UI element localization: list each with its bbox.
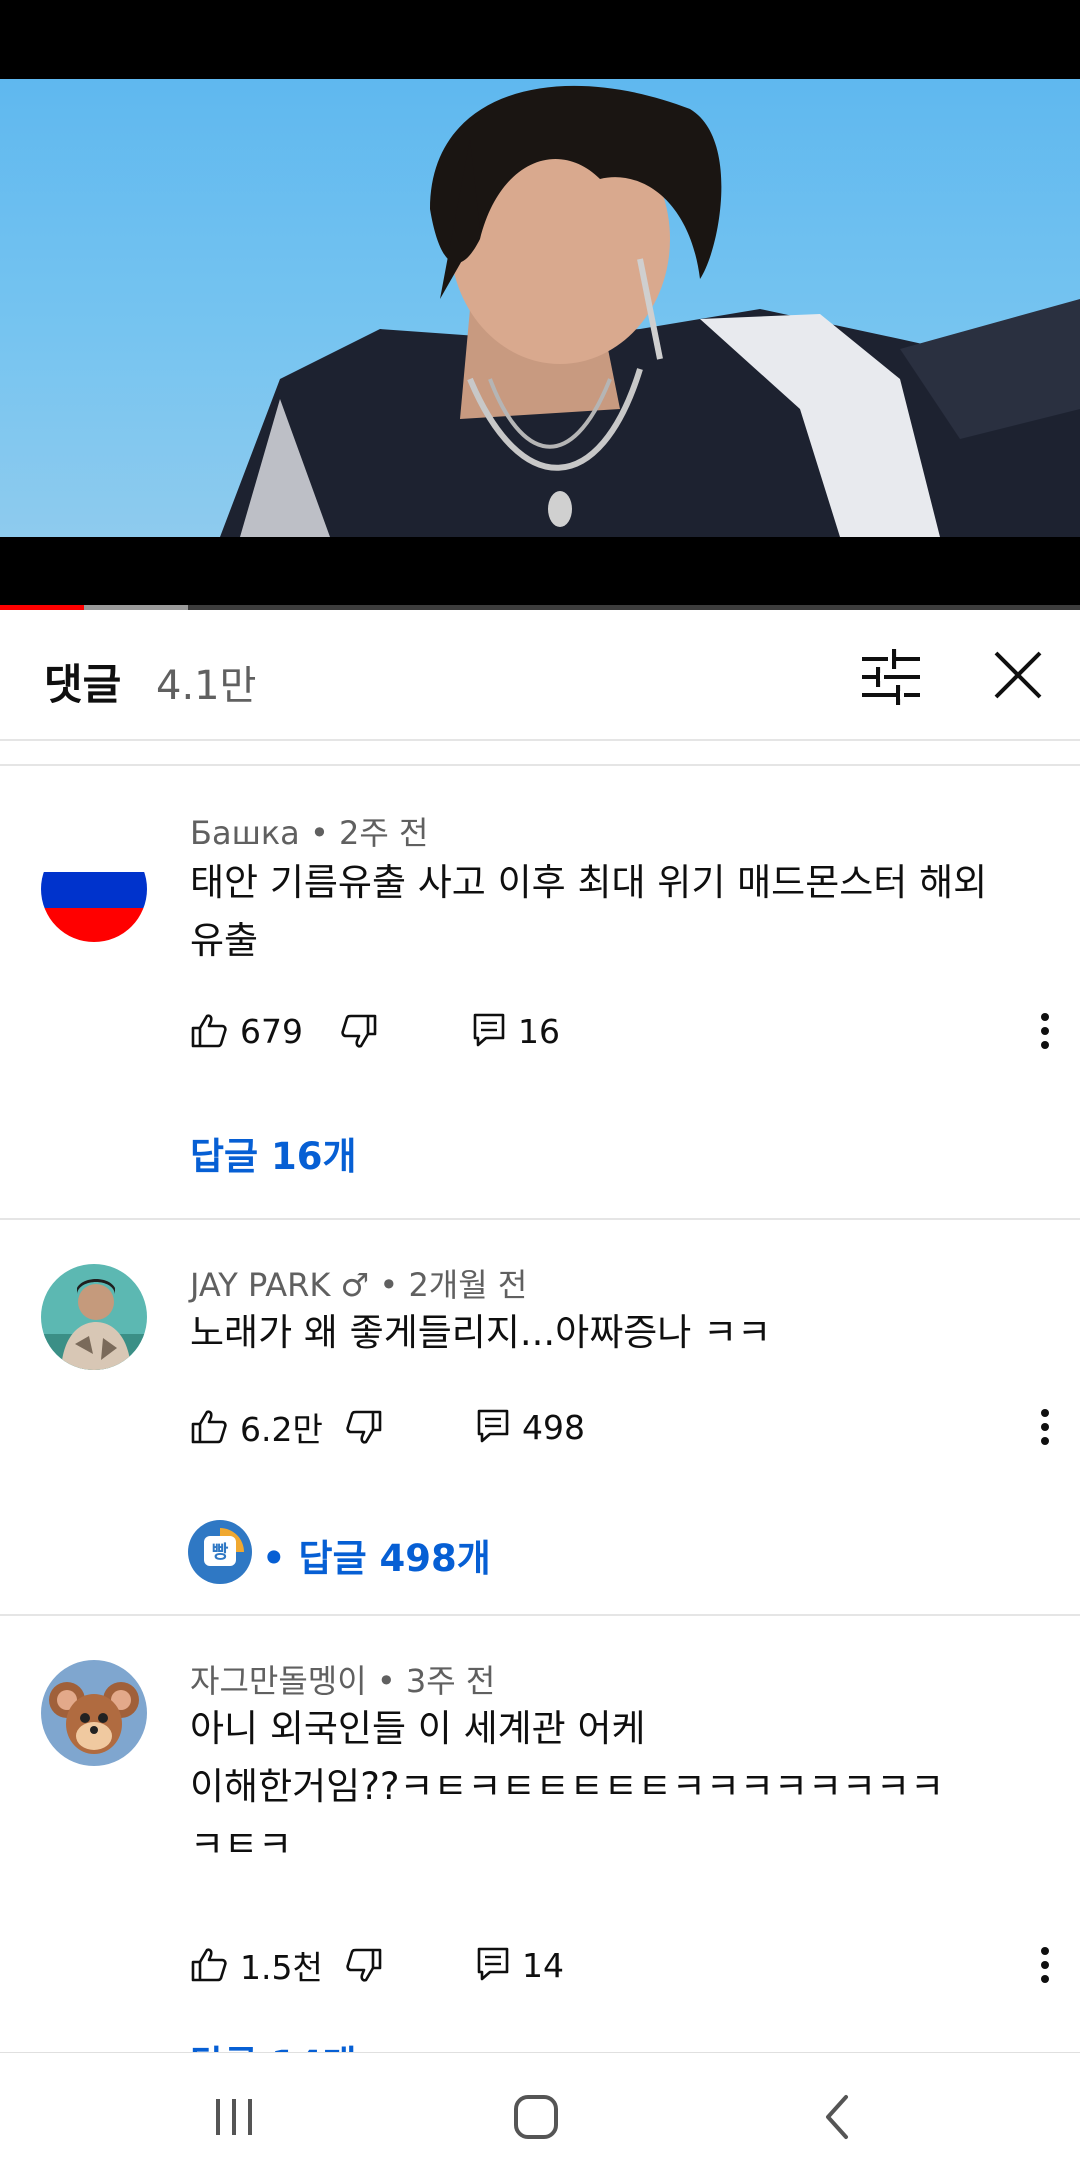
system-navigation-bar [0,2052,1080,2180]
thumbs-down-icon [341,1014,377,1048]
comment-author[interactable]: 자그만돌멩이 [190,1662,367,1700]
cartoon-mouse-icon [41,1660,147,1766]
dislike-button[interactable] [345,1940,383,1990]
like-button[interactable]: 679 [190,1006,303,1056]
comment-item: Башка • 2주 전 태안 기름유출 사고 이후 최대 위기 매드몬스터 해… [0,766,1080,1218]
comments-header: 댓글 4.1만 [0,611,1080,739]
avatar[interactable] [41,836,147,942]
comment-item: JAY PARK ♂ • 2개월 전 노래가 왜 좋게들리지...아짜증나 ㅋㅋ… [0,1220,1080,1614]
comment-text-line: 유출 [190,919,259,962]
home-button[interactable] [506,2089,566,2145]
view-replies-button[interactable]: • 답글 498개 [262,1528,491,1582]
thumbs-up-icon [191,1948,227,1982]
reply-count: 14 [522,1945,564,1985]
comment-time: • 2개월 전 [379,1266,528,1304]
more-vert-icon [1041,1409,1049,1445]
more-vert-icon [1041,1947,1049,1983]
sort-filter-button[interactable] [858,647,924,707]
video-frame[interactable] [0,79,1080,537]
back-icon [826,2095,848,2139]
creator-reply-avatar: 빵 [188,1520,252,1584]
comment-actions: 1.5천 14 [190,1940,1060,1990]
back-button[interactable] [808,2089,868,2145]
comment-text: 아니 외국인들 이 세계관 어케 이해한거임??ㅋㅌㅋㅌㅌㅌㅌㅌㅋㅋㅋㅋㅋㅋㅋㅋ… [190,1700,1040,1874]
recent-apps-button[interactable] [204,2089,264,2145]
like-count: 1.5천 [240,1948,323,1987]
video-thumbnail-image [220,85,1080,537]
thumbs-down-icon [346,1948,382,1982]
more-options-button[interactable] [1030,1008,1060,1054]
view-replies-button[interactable]: 답글 16개 [190,1126,357,1180]
filter-icon [862,649,920,705]
more-options-button[interactable] [1030,1404,1060,1450]
reply-count: 498 [522,1407,585,1447]
header-divider [0,739,1080,741]
comment-text-line: 노래가 왜 좋게들리지...아짜증나 ㅋㅋ [190,1311,772,1354]
like-button[interactable]: 1.5천 [190,1940,323,1990]
comments-count: 4.1만 [156,663,257,709]
comment-item: 자그만돌멩이 • 3주 전 아니 외국인들 이 세계관 어케 이해한거임??ㅋㅌ… [0,1616,1080,2052]
comment-actions: 6.2만 498 [190,1402,1060,1452]
comment-meta: 자그만돌멩이 • 3주 전 [190,1656,495,1702]
thumbs-up-icon [191,1410,227,1444]
like-count: 679 [240,1011,303,1051]
reply-button[interactable]: 16 [472,1006,560,1056]
channel-logo-icon: 빵 [188,1520,252,1584]
like-button[interactable]: 6.2만 [190,1402,323,1452]
progress-played [0,605,85,610]
avatar[interactable] [41,1660,147,1766]
comment-text-line: 이해한거임??ㅋㅌㅋㅌㅌㅌㅌㅌㅋㅋㅋㅋㅋㅋㅋㅋ [190,1765,945,1808]
comment-icon [477,1947,509,1981]
more-options-button[interactable] [1030,1942,1060,1988]
person-photo-icon [41,1264,147,1370]
comment-icon [473,1013,505,1047]
reply-button[interactable]: 14 [476,1940,564,1990]
comment-time: • 2주 전 [309,814,429,852]
comment-icon [477,1409,509,1443]
comment-meta: Башка • 2주 전 [190,808,428,854]
comment-text-line: ㅋㅌㅋ [190,1823,293,1866]
comment-meta: JAY PARK ♂ • 2개월 전 [190,1260,527,1306]
video-player[interactable] [0,0,1080,610]
home-icon [514,2095,558,2139]
reply-button[interactable]: 498 [476,1402,585,1452]
svg-text:빵: 빵 [212,1542,229,1563]
comment-author[interactable]: Башка [190,814,300,852]
comment-text-line: 태안 기름유출 사고 이후 최대 위기 매드몬스터 해외 [190,861,988,904]
video-progress-bar[interactable] [0,605,1080,610]
dislike-button[interactable] [345,1402,383,1452]
thumbs-down-icon [346,1410,382,1444]
avatar[interactable] [41,1264,147,1370]
close-button[interactable] [990,647,1046,703]
comment-author[interactable]: JAY PARK ♂ [190,1266,369,1304]
like-count: 6.2만 [240,1410,323,1449]
reply-count: 16 [518,1011,560,1051]
close-icon [994,651,1042,699]
comments-title: 댓글 [44,660,122,709]
comment-text: 태안 기름유출 사고 이후 최대 위기 매드몬스터 해외 유출 [190,854,1040,970]
recent-apps-icon [216,2099,252,2135]
comment-text: 노래가 왜 좋게들리지...아짜증나 ㅋㅋ [190,1304,1040,1362]
russia-flag-icon [41,836,147,942]
more-vert-icon [1041,1013,1049,1049]
dislike-button[interactable] [340,1006,378,1056]
thumbs-up-icon [191,1014,227,1048]
comment-time: • 3주 전 [376,1662,496,1700]
comment-text-line: 아니 외국인들 이 세계관 어케 [190,1707,646,1750]
view-replies-button[interactable]: 답글 14개 [190,2034,357,2052]
comment-actions: 679 16 [190,1006,1060,1056]
